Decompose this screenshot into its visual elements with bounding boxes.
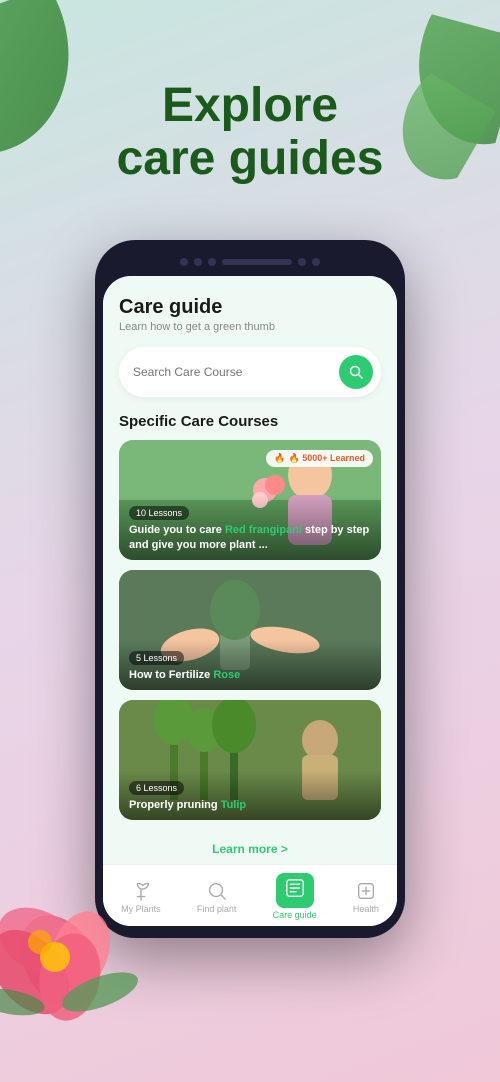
nav-find-plant[interactable]: Find plant xyxy=(197,880,237,914)
screen-subtitle: Learn how to get a green thumb xyxy=(119,321,381,333)
phone-screen: Care guide Learn how to get a green thum… xyxy=(103,276,397,926)
notch-speaker xyxy=(222,259,292,265)
search-button[interactable] xyxy=(339,355,373,389)
flower-decoration xyxy=(0,842,180,1022)
phone-notch xyxy=(103,258,397,266)
health-icon xyxy=(355,880,377,902)
notch-camera xyxy=(298,258,306,266)
card2-desc: How to Fertilize Rose xyxy=(129,668,371,682)
search-icon xyxy=(349,365,363,379)
screen-title: Care guide xyxy=(119,296,381,319)
nav-health[interactable]: Health xyxy=(353,880,379,914)
card1-content: 10 Lessons Guide you to care Red frangip… xyxy=(119,495,381,560)
nav-care-guide[interactable]: Care guide xyxy=(273,873,317,920)
lessons-badge-1: 10 Lessons xyxy=(129,506,189,520)
nav-find-plant-label: Find plant xyxy=(197,904,237,914)
section-title: Specific Care Courses xyxy=(119,413,381,430)
nav-health-label: Health xyxy=(353,904,379,914)
course-card-3[interactable]: 6 Lessons Properly pruning Tulip xyxy=(119,700,381,820)
notch-dot-2 xyxy=(194,258,202,266)
card2-content: 5 Lessons How to Fertilize Rose xyxy=(119,640,381,690)
search-input[interactable] xyxy=(133,365,339,379)
care-guide-icon-box xyxy=(276,873,314,908)
lessons-badge-3: 6 Lessons xyxy=(129,781,184,795)
care-guide-icon xyxy=(284,877,306,899)
find-plant-icon xyxy=(206,880,228,902)
notch-sensor xyxy=(312,258,320,266)
search-bar[interactable] xyxy=(119,347,381,397)
hero-title: Explore care guides xyxy=(30,80,470,186)
hero-title-area: Explore care guides xyxy=(0,0,500,206)
card3-desc: Properly pruning Tulip xyxy=(129,798,371,812)
screen-content: Care guide Learn how to get a green thum… xyxy=(103,276,397,864)
card1-desc: Guide you to care Red frangipani step by… xyxy=(129,523,371,552)
hot-badge: 🔥 🔥 5000+ Learned xyxy=(266,450,373,467)
course-card-1[interactable]: 🔥 🔥 5000+ Learned 10 Lessons Guide you t… xyxy=(119,440,381,560)
phone-mockup: Care guide Learn how to get a green thum… xyxy=(95,240,405,938)
course-card-2[interactable]: 5 Lessons How to Fertilize Rose xyxy=(119,570,381,690)
lessons-badge-2: 5 Lessons xyxy=(129,651,184,665)
notch-dot-3 xyxy=(208,258,216,266)
notch-dot-1 xyxy=(180,258,188,266)
phone-outer: Care guide Learn how to get a green thum… xyxy=(95,240,405,938)
nav-care-guide-label: Care guide xyxy=(273,910,317,920)
screen-header: Care guide Learn how to get a green thum… xyxy=(119,296,381,333)
card3-content: 6 Lessons Properly pruning Tulip xyxy=(119,770,381,820)
